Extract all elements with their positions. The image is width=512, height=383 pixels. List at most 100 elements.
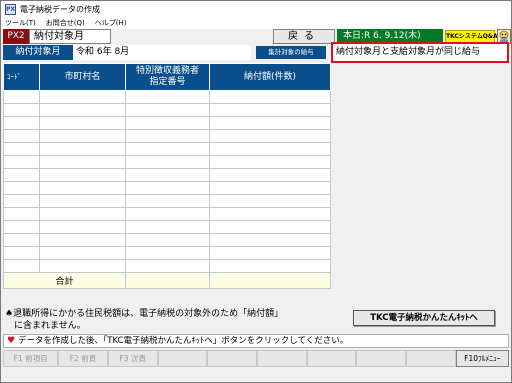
menu-help[interactable]: ヘルプ(H) — [95, 18, 127, 28]
city-cell[interactable] — [39, 246, 126, 260]
table-row[interactable] — [3, 207, 331, 221]
special-id-cell[interactable] — [125, 259, 210, 273]
table-row[interactable] — [3, 246, 331, 260]
amount-cell[interactable] — [209, 90, 331, 104]
amount-cell[interactable] — [209, 207, 331, 221]
amount-cell[interactable] — [209, 129, 331, 143]
menu-inquiry[interactable]: お問合せ(Q) — [46, 18, 85, 28]
special-id-cell[interactable] — [125, 90, 210, 104]
table-row[interactable] — [3, 220, 331, 234]
city-cell[interactable] — [39, 207, 126, 221]
code-cell[interactable] — [3, 194, 40, 208]
special-id-cell[interactable] — [125, 233, 210, 247]
amount-cell[interactable] — [209, 259, 331, 273]
code-cell[interactable] — [3, 142, 40, 156]
city-cell[interactable] — [39, 103, 126, 117]
table-row[interactable] — [3, 259, 331, 273]
table-row[interactable] — [3, 90, 331, 104]
special-id-cell[interactable] — [125, 168, 210, 182]
table-row[interactable] — [3, 168, 331, 182]
screen-id-badge: PX2 — [3, 29, 29, 44]
amount-cell[interactable] — [209, 168, 331, 182]
function-key-5[interactable] — [207, 350, 257, 367]
code-cell[interactable] — [3, 155, 40, 169]
city-cell[interactable] — [39, 116, 126, 130]
table-row[interactable] — [3, 181, 331, 195]
table-row[interactable] — [3, 103, 331, 117]
code-cell[interactable] — [3, 259, 40, 273]
table-row[interactable] — [3, 155, 331, 169]
special-id-cell[interactable] — [125, 155, 210, 169]
period-label: 納付対象月 — [3, 45, 73, 60]
special-id-cell[interactable] — [125, 181, 210, 195]
table-row[interactable] — [3, 194, 331, 208]
special-id-cell[interactable] — [125, 129, 210, 143]
amount-cell[interactable] — [209, 116, 331, 130]
city-cell[interactable] — [39, 168, 126, 182]
amount-cell[interactable] — [209, 246, 331, 260]
city-cell[interactable] — [39, 220, 126, 234]
code-cell[interactable] — [3, 103, 40, 117]
code-cell[interactable] — [3, 233, 40, 247]
table-row[interactable] — [3, 129, 331, 143]
amount-cell[interactable] — [209, 194, 331, 208]
payment-table: ｺｰﾄﾞ 市町村名 特別徴収義務者 指定番号 納付額(件数) 合計 — [3, 63, 331, 289]
code-cell[interactable] — [3, 207, 40, 221]
column-header-special-id: 特別徴収義務者 指定番号 — [125, 63, 210, 91]
code-cell[interactable] — [3, 246, 40, 260]
amount-cell[interactable] — [209, 142, 331, 156]
function-key-4[interactable] — [157, 350, 208, 367]
code-cell[interactable] — [3, 168, 40, 182]
special-id-cell[interactable] — [125, 246, 210, 260]
city-cell[interactable] — [39, 194, 126, 208]
special-id-cell[interactable] — [125, 207, 210, 221]
table-body: 合計 — [3, 90, 331, 289]
message-text: データを作成した後、「TKC電子納税かんたんｷｯﾄへ」ボタンをクリックしてくださ… — [18, 336, 349, 346]
special-id-cell[interactable] — [125, 116, 210, 130]
special-id-cell[interactable] — [125, 103, 210, 117]
table-row[interactable] — [3, 116, 331, 130]
amount-cell[interactable] — [209, 233, 331, 247]
city-cell[interactable] — [39, 90, 126, 104]
function-key-9[interactable] — [406, 350, 456, 367]
special-id-cell[interactable] — [125, 142, 210, 156]
amount-cell[interactable] — [209, 155, 331, 169]
function-key-1[interactable]: F1 前項目 — [3, 350, 59, 367]
table-row[interactable] — [3, 233, 331, 247]
message-bar: ♥ データを作成した後、「TKC電子納税かんたんｷｯﾄへ」ボタンをクリックしてく… — [3, 334, 509, 348]
sum-target-button[interactable]: 集計対象の給与 — [256, 46, 326, 59]
note-line-2: に含まれません。 — [5, 321, 86, 331]
city-cell[interactable] — [39, 181, 126, 195]
code-cell[interactable] — [3, 90, 40, 104]
code-cell[interactable] — [3, 116, 40, 130]
sum-target-notice: 納付対象月と支給対象月が同じ給与 — [331, 42, 509, 63]
table-row[interactable] — [3, 142, 331, 156]
city-cell[interactable] — [39, 129, 126, 143]
column-header-city: 市町村名 — [39, 63, 126, 91]
city-cell[interactable] — [39, 259, 126, 273]
special-id-cell[interactable] — [125, 194, 210, 208]
function-key-2[interactable]: F2 前頁 — [58, 350, 108, 367]
city-cell[interactable] — [39, 233, 126, 247]
back-button[interactable]: 戻る — [273, 29, 335, 44]
code-cell[interactable] — [3, 181, 40, 195]
special-id-cell[interactable] — [125, 220, 210, 234]
tkc-kantan-kit-button[interactable]: TKC電子納税かんたんｷｯﾄへ — [353, 310, 495, 326]
city-cell[interactable] — [39, 142, 126, 156]
amount-cell[interactable] — [209, 181, 331, 195]
amount-cell[interactable] — [209, 103, 331, 117]
function-key-8[interactable] — [356, 350, 406, 367]
menu-tools[interactable]: ツール(T) — [5, 18, 36, 28]
code-cell[interactable] — [3, 129, 40, 143]
code-cell[interactable] — [3, 220, 40, 234]
retirement-tax-note: ♠退職所得にかかる住民税額は、電子納税の対象外のため「納付額」 に含まれません。 — [5, 308, 325, 332]
function-key-6[interactable] — [256, 350, 307, 367]
total-amount-cell — [209, 272, 331, 289]
function-key-3[interactable]: F3 次頁 — [107, 350, 158, 367]
amount-cell[interactable] — [209, 220, 331, 234]
column-header-special-line1: 特別徴収義務者 — [135, 66, 199, 76]
period-value[interactable]: 令和 6年 8月 — [73, 45, 251, 60]
city-cell[interactable] — [39, 155, 126, 169]
function-key-10[interactable]: F10ﾌﾙﾒﾆｭｰ — [455, 350, 510, 367]
function-key-7[interactable] — [306, 350, 357, 367]
